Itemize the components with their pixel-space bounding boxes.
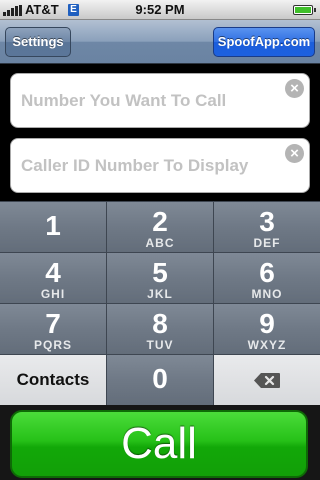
key-5[interactable]: 5 JKL <box>107 253 213 303</box>
dial-keypad: 1 2 ABC 3 DEF 4 GHI 5 JKL 6 MNO 7 PQRS 8… <box>0 201 320 405</box>
backspace-button[interactable] <box>214 355 320 405</box>
key-letters: WXYZ <box>247 338 287 352</box>
key-digit: 2 <box>152 206 168 237</box>
key-digit: 4 <box>45 257 61 288</box>
caller-id-input[interactable]: Caller ID Number To Display × <box>10 138 310 193</box>
key-1[interactable]: 1 <box>0 202 106 252</box>
clear-icon[interactable]: × <box>285 79 304 98</box>
key-7[interactable]: 7 PQRS <box>0 304 106 354</box>
key-3[interactable]: 3 DEF <box>214 202 320 252</box>
key-digit: 7 <box>45 308 61 339</box>
clear-icon[interactable]: × <box>285 144 304 163</box>
contacts-button[interactable]: Contacts <box>0 355 106 405</box>
settings-button[interactable]: Settings <box>5 27 71 57</box>
backspace-icon <box>254 373 280 388</box>
call-button[interactable]: Call <box>10 410 308 478</box>
key-digit: 3 <box>259 206 275 237</box>
key-6[interactable]: 6 MNO <box>214 253 320 303</box>
key-letters: ABC <box>145 236 175 250</box>
navigation-bar: Settings SpoofApp.com <box>0 20 320 64</box>
key-digit: 1 <box>45 210 61 241</box>
key-letters: JKL <box>147 287 173 301</box>
key-letters: DEF <box>253 236 281 250</box>
number-to-call-placeholder: Number You Want To Call <box>21 91 227 110</box>
key-2[interactable]: 2 ABC <box>107 202 213 252</box>
key-digit: 5 <box>152 257 168 288</box>
contacts-label: Contacts <box>16 370 90 389</box>
key-digit: 0 <box>152 363 168 394</box>
status-time: 9:52 PM <box>135 2 185 17</box>
key-9[interactable]: 9 WXYZ <box>214 304 320 354</box>
key-letters: TUV <box>146 338 174 352</box>
key-letters: MNO <box>251 287 283 301</box>
call-area: Call <box>0 405 320 480</box>
key-8[interactable]: 8 TUV <box>107 304 213 354</box>
form-area: Number You Want To Call × Caller ID Numb… <box>0 65 320 201</box>
key-letters: PQRS <box>33 338 72 352</box>
number-to-call-input[interactable]: Number You Want To Call × <box>10 73 310 128</box>
key-0[interactable]: 0 <box>107 355 213 405</box>
key-4[interactable]: 4 GHI <box>0 253 106 303</box>
status-bar: AT&T E 9:52 PM <box>0 0 320 20</box>
key-letters: GHI <box>40 287 66 301</box>
caller-id-placeholder: Caller ID Number To Display <box>21 156 249 175</box>
spoofapp-link-button[interactable]: SpoofApp.com <box>213 27 315 57</box>
key-digit: 8 <box>152 308 168 339</box>
key-digit: 9 <box>259 308 275 339</box>
key-digit: 6 <box>259 257 275 288</box>
battery-icon <box>293 5 316 15</box>
